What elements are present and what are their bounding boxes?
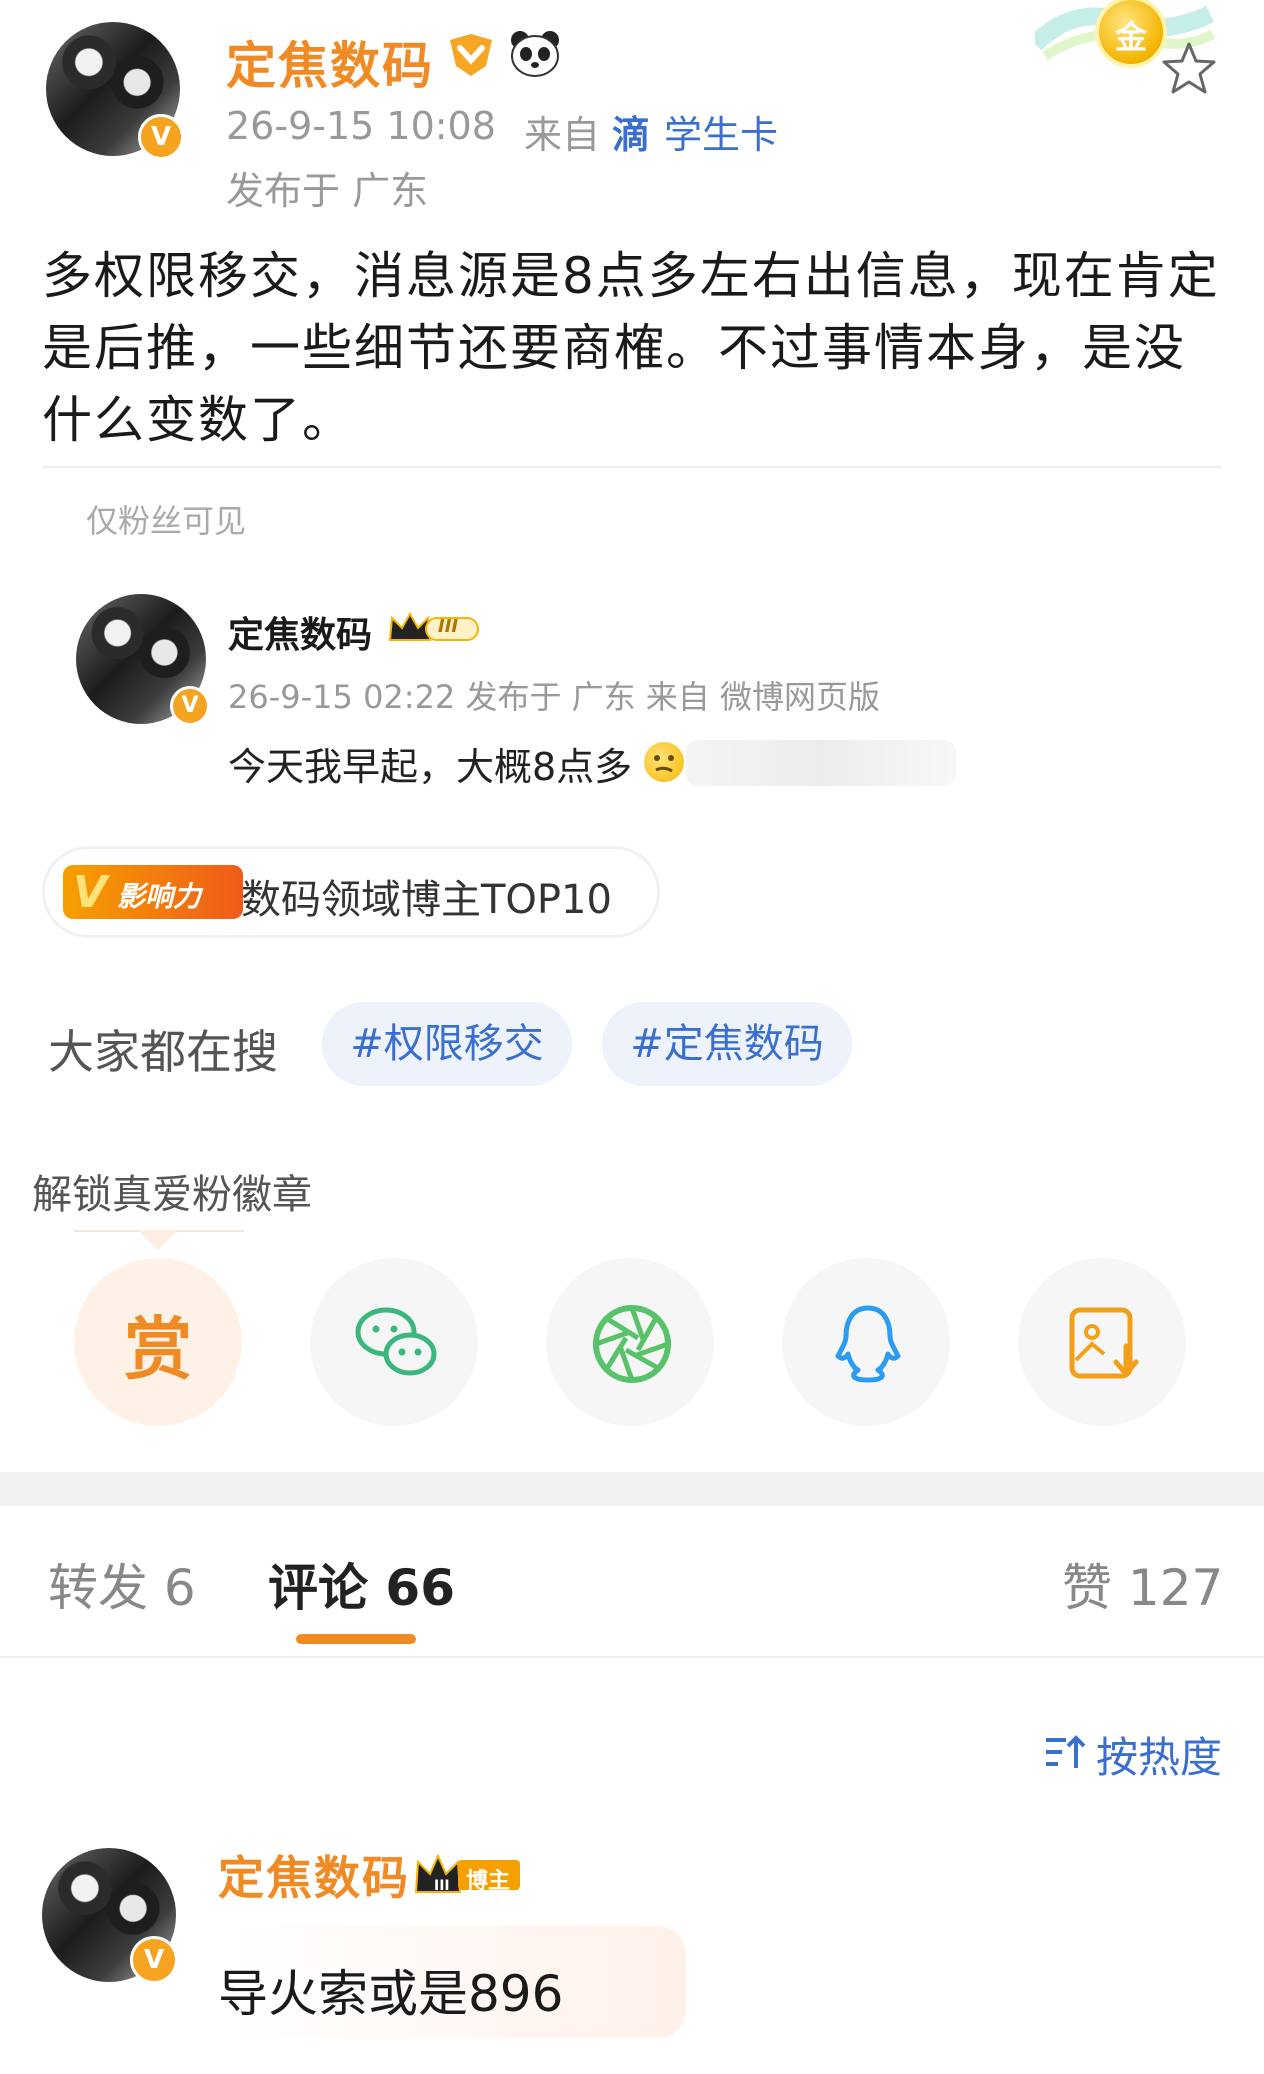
crown-icon [388,611,479,641]
tab-like[interactable]: 赞 127 [1062,1548,1223,1620]
quoted-meta: 26-9-15 02:22 发布于 广东 来自 微博网页版 [228,678,880,716]
verified-badge-icon: V [170,686,210,726]
sort-label: 按热度 [1096,1733,1223,1782]
verified-badge-icon: V [138,114,184,160]
author-name[interactable]: 定焦数码 [226,26,434,98]
quoted-level-badge: III [388,610,484,646]
quoted-post[interactable]: V 定焦数码 III 26-9-15 02:22 发布于 广东 来自 微博网页版… [70,580,1170,810]
post-location: 发布于 广东 [226,169,429,213]
source-app-icon: 滴 [612,113,651,157]
fan-level-icon [450,34,492,76]
influence-tag-label: 影响力 [117,880,202,913]
blogger-badge: III 博主 [414,1852,524,1896]
visibility-label: 仅粉丝可见 [86,502,247,540]
comment-text: 导火索或是896 [218,1965,564,2023]
reward-icon: 赏 [123,1311,192,1390]
post-time: 26-9-15 10:08 [226,104,496,148]
section-separator [0,1472,1264,1506]
save-image-button[interactable] [1018,1258,1186,1426]
author-avatar[interactable]: V [46,22,184,160]
gold-medal-icon: 金 [1095,0,1167,68]
tab-comment[interactable]: 评论 66 [268,1548,455,1620]
blogger-badge-level: III [434,1878,450,1894]
search-label: 大家都在搜 [48,1025,278,1079]
commenter-avatar[interactable]: V [42,1848,178,1984]
qq-icon [835,1305,901,1383]
quoted-author-name[interactable]: 定焦数码 [228,606,372,658]
panda-icon [511,31,559,77]
divider [42,466,1222,468]
favorite-star-icon[interactable] [1160,40,1218,98]
wechat-icon [355,1307,437,1376]
unlock-fan-badge-label[interactable]: 解锁真爱粉徽章 [32,1162,312,1220]
share-moments-button[interactable] [546,1258,714,1426]
medal-label: 金 [1114,18,1147,56]
source-app[interactable]: 学生卡 [664,104,778,159]
moments-icon [593,1305,671,1383]
blogger-badge-label: 博主 [466,1869,511,1894]
influence-tag: V 影响力 [63,865,243,919]
tab-repost[interactable]: 转发 6 [48,1548,196,1620]
influence-label: 数码领域博主TOP10 [241,877,612,923]
post-text: 多权限移交，消息源是8点多左右出信息，现在肯定是后推，一些细节还要商榷。不过事情… [42,247,1220,449]
tabs-divider [0,1656,1264,1658]
sort-icon [1046,1735,1086,1768]
search-tag[interactable]: #权限移交 [322,1002,572,1086]
save-image-icon [1069,1307,1139,1379]
verified-badge-icon: V [130,1936,178,1984]
share-qq-button[interactable] [782,1258,950,1426]
source-prefix: 来自 [524,113,601,157]
commenter-name[interactable]: 定焦数码 [218,1842,410,1908]
influence-v-icon: V [73,867,108,918]
share-wechat-button[interactable] [310,1258,478,1426]
influence-badge[interactable]: V 影响力 数码领域博主TOP10 [42,846,660,938]
search-tag[interactable]: #定焦数码 [602,1002,852,1086]
quoted-author-avatar[interactable]: V [76,594,210,726]
reward-button[interactable]: 赏 [74,1258,242,1426]
emoji-thinking-icon [644,742,684,782]
tab-indicator [296,1634,416,1644]
quoted-level: III [438,616,459,637]
blurred-content [686,740,956,786]
pointer-caret-icon [138,1230,178,1250]
quoted-text: 今天我早起，大概8点多 [228,745,633,789]
